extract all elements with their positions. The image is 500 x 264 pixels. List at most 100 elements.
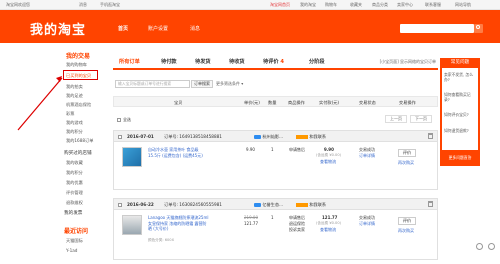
topbar-mytaobao-link[interactable]: 我的淘宝	[300, 2, 316, 8]
header-search-input[interactable]	[400, 24, 474, 33]
contact-seller[interactable]: 和我联系	[296, 134, 326, 140]
after-sale-link[interactable]: 申请售后	[289, 147, 305, 153]
sidebar-item-games[interactable]: 我的游戏	[66, 120, 83, 126]
print-icon[interactable]	[476, 243, 483, 250]
order-date: 2016-06-22	[127, 202, 154, 207]
checkbox[interactable]	[118, 135, 122, 139]
tabs-right-links[interactable]: [小宝页面] 显示网络的宝贝订单	[380, 59, 436, 65]
select-all[interactable]: 全选	[117, 117, 131, 123]
topbar-service-link[interactable]: 联系客服	[425, 2, 441, 8]
sidebar-item-lottery[interactable]: 彩票	[66, 111, 74, 117]
nav-messages[interactable]: 消息	[190, 25, 200, 32]
feedback-icon[interactable]	[488, 243, 495, 250]
shop-name[interactable]: 亿誉生态...	[254, 202, 283, 208]
delete-order-icon[interactable]	[428, 201, 433, 207]
checkbox[interactable]	[117, 118, 121, 122]
sidebar-item-points[interactable]: 我的积分	[66, 129, 83, 135]
paid-amount: 121.77	[322, 215, 338, 220]
sidebar-item-1688[interactable]: 我的1688订单	[66, 138, 93, 144]
faq-item[interactable]: 如何退货退款?	[444, 128, 476, 133]
mytaobao-logo[interactable]: 我的淘宝	[30, 19, 86, 38]
next-page-button[interactable]: 下一页	[410, 115, 432, 123]
shop-name-label: 杭州灿影...	[262, 134, 284, 139]
product-title[interactable]: Lanagoo 天猫旗舰防摔潮流25ml 女皇保持家 浓缩的防晒霜 露营防晒 (…	[148, 215, 210, 232]
buy-again-link[interactable]: 再次购买	[398, 160, 414, 166]
shop-icon	[254, 135, 261, 139]
tab-all-orders[interactable]: 所有订单	[119, 58, 140, 65]
topbar-seller-link[interactable]: 卖家中心	[397, 2, 413, 8]
view-logistics[interactable]: 查看物流	[320, 227, 336, 233]
messages-link[interactable]: 消息	[79, 2, 87, 8]
order-number: 订单号: 1649138518458881	[164, 134, 222, 139]
return-insurance-link[interactable]: 退运保险	[289, 221, 305, 227]
order-search-input[interactable]: 输入宝贝标题或订单号进行搜索	[115, 80, 190, 88]
main-header: 我的淘宝 首页 账户设置 消息	[0, 10, 500, 43]
topbar-home-link[interactable]: 淘宝网首页	[270, 2, 290, 8]
nav-account-settings[interactable]: 账户设置	[148, 25, 168, 32]
mobile-link[interactable]: 手机逛淘宝	[100, 2, 120, 8]
sidebar-section-shops[interactable]: 购买过的店铺	[64, 150, 92, 156]
tab-pending-review-count: 4	[280, 59, 285, 65]
faq-item[interactable]: 如何查看购买记录?	[444, 92, 476, 102]
contact-seller[interactable]: 和我联系	[296, 202, 326, 208]
chat-icon	[296, 135, 308, 139]
tab-pending-shipment[interactable]: 待发货	[195, 58, 211, 65]
view-logistics[interactable]: 查看物流	[320, 159, 336, 165]
after-sale-link[interactable]: 申请售后	[289, 215, 305, 221]
tab-pending-receipt[interactable]: 待收货	[229, 58, 245, 65]
order-header: 2016-06-22 订单号: 1630824560555981 亿誉生态...…	[114, 199, 437, 210]
sidebar-item-footprint[interactable]: 我的足迹	[66, 93, 83, 99]
product-title[interactable]: 自动冷水壶 家用茶叶 食品级 15.5斤 (运费包含) (运费45元)	[148, 147, 208, 158]
review-button[interactable]: 评价	[398, 149, 416, 157]
product-thumbnail[interactable]	[122, 215, 142, 235]
topbar-category-link[interactable]: 商品分类	[372, 2, 388, 8]
col-trade-action: 交易操作	[399, 100, 416, 105]
order-checkbox[interactable]	[118, 202, 124, 207]
order-search-button[interactable]: 订单搜索	[191, 80, 213, 88]
nav-home[interactable]: 首页	[118, 25, 128, 32]
sidebar-recent-item[interactable]: 天猫国际	[66, 238, 83, 244]
paid-amount: 9.90	[324, 147, 334, 152]
sidebar-item-coupons[interactable]: 我的优惠	[66, 180, 83, 186]
checkbox[interactable]	[118, 203, 122, 207]
unit-price: 9.90	[246, 147, 255, 152]
complain-link[interactable]: 投诉卖家	[289, 227, 305, 233]
col-item: 宝贝	[174, 100, 183, 105]
tab-staged[interactable]: 分阶段	[309, 58, 325, 65]
tab-pending-review[interactable]: 待评价 4	[263, 58, 284, 65]
sidebar-item-auction[interactable]: 我的拍卖	[66, 84, 83, 90]
sidebar-item-cart[interactable]: 我的购物车	[66, 62, 87, 68]
col-qty: 数量	[268, 100, 277, 105]
order-checkbox[interactable]	[118, 134, 124, 139]
review-button[interactable]: 评价	[398, 217, 416, 225]
delete-order-icon[interactable]	[428, 133, 433, 139]
sidebar-item-refunds[interactable]: 退款维权	[66, 200, 83, 206]
order-details-link[interactable]: 订单详情	[359, 221, 375, 227]
sidebar-item-mypoints[interactable]: 我的积分	[66, 170, 83, 176]
sidebar-section-invoice[interactable]: 我的发票	[64, 210, 82, 216]
site-topbar: 淘宝网欢迎您 消息 手机逛淘宝 淘宝网首页 我的淘宝 购物车 收藏夹 商品分类 …	[0, 0, 500, 10]
buy-again-link[interactable]: 再次购买	[398, 228, 414, 234]
product-thumbnail[interactable]	[122, 147, 142, 167]
header-search-button[interactable]	[474, 24, 483, 33]
prev-page-button[interactable]: 上一页	[385, 115, 407, 123]
sidebar-recent-item[interactable]: Y-1ad	[66, 248, 77, 253]
shop-icon	[254, 203, 261, 207]
tab-pending-payment[interactable]: 待付款	[161, 58, 177, 65]
tab-pending-review-label: 待评价	[263, 59, 279, 65]
order-table-header: 宝贝 单价(元) 数量 商品操作 实付款(元) 交易状态 交易操作	[113, 96, 438, 107]
more-filters-link[interactable]: 更多筛选条件 ▾	[216, 81, 243, 87]
order-details-link[interactable]: 订单详情	[359, 153, 375, 159]
faq-item[interactable]: 如何评价宝贝?	[444, 112, 476, 117]
sidebar-item-reviews[interactable]: 评价管理	[66, 190, 83, 196]
topbar-fav-link[interactable]: 收藏夹	[350, 2, 362, 8]
sidebar-item-travel[interactable]: 机票酒店保险	[66, 102, 91, 108]
shipping-note: (含运费 ¥0.00)	[316, 221, 342, 225]
contact-label: 和我联系	[309, 202, 327, 207]
faq-more-link[interactable]: 更多问题直答	[440, 152, 480, 164]
topbar-sitemap-link[interactable]: 网站导航	[455, 2, 471, 8]
shop-name[interactable]: 杭州灿影...	[254, 134, 283, 140]
topbar-cart-link[interactable]: 购物车	[325, 2, 337, 8]
faq-item[interactable]: 卖家不发货, 怎么办?	[444, 72, 476, 82]
sidebar-item-favorites[interactable]: 我的收藏	[66, 160, 83, 166]
